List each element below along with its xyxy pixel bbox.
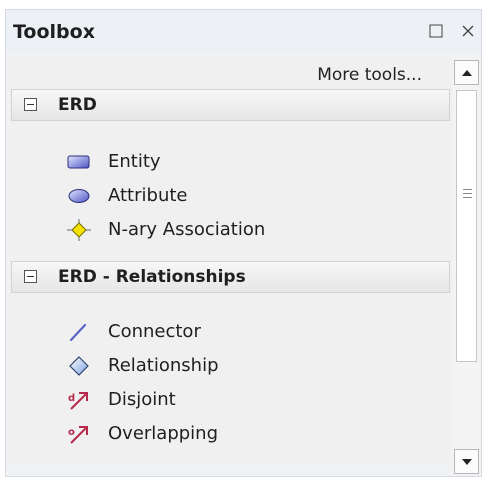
svg-text:d: d xyxy=(68,393,75,404)
attribute-icon xyxy=(67,185,91,207)
tool-label: N-ary Association xyxy=(108,219,266,240)
restore-button[interactable] xyxy=(423,18,449,44)
grip-line xyxy=(463,197,472,198)
entity-icon xyxy=(67,151,91,173)
overlapping-icon: o xyxy=(67,423,91,445)
connector-icon xyxy=(67,321,91,343)
vertical-scrollbar[interactable] xyxy=(454,60,479,474)
toolbox-title: Toolbox xyxy=(13,21,95,43)
tool-item-attribute[interactable]: Attribute xyxy=(9,180,449,212)
relationship-icon xyxy=(67,355,91,377)
tool-item-connector[interactable]: Connector xyxy=(9,316,449,348)
tool-label: Disjoint xyxy=(108,389,176,410)
toolbox-titlebar: Toolbox xyxy=(6,10,481,54)
toolbox-content: More tools... ERD Entity Attribute N-ary… xyxy=(9,56,452,464)
close-icon xyxy=(462,25,474,37)
scroll-down-button[interactable] xyxy=(454,449,479,474)
arrow-up-icon xyxy=(461,69,472,76)
category-erd[interactable]: ERD xyxy=(11,89,450,121)
svg-text:o: o xyxy=(68,427,75,438)
scroll-up-button[interactable] xyxy=(454,60,479,85)
tool-label: Overlapping xyxy=(108,423,219,444)
close-button[interactable] xyxy=(455,18,481,44)
grip-line xyxy=(463,189,472,190)
tool-label: Relationship xyxy=(108,355,219,376)
tool-item-disjoint[interactable]: d Disjoint xyxy=(9,384,449,416)
toolbox-panel: Toolbox More tools... ERD Entity Attribu… xyxy=(5,9,482,477)
collapse-icon[interactable] xyxy=(24,98,37,111)
tool-label: Entity xyxy=(108,151,161,172)
category-label: ERD - Relationships xyxy=(58,267,246,287)
more-tools-link[interactable]: More tools... xyxy=(317,65,422,85)
nary-association-icon xyxy=(67,219,91,241)
grip-line xyxy=(463,193,472,194)
tool-item-relationship[interactable]: Relationship xyxy=(9,350,449,382)
arrow-down-icon xyxy=(461,458,472,465)
collapse-icon[interactable] xyxy=(24,270,37,283)
tool-item-nary-association[interactable]: N-ary Association xyxy=(9,214,449,246)
category-label: ERD xyxy=(58,95,97,115)
disjoint-icon: d xyxy=(67,389,91,411)
category-erd-relationships[interactable]: ERD - Relationships xyxy=(11,261,450,293)
tool-label: Connector xyxy=(108,321,201,342)
tool-label: Attribute xyxy=(108,185,188,206)
tool-item-overlapping[interactable]: o Overlapping xyxy=(9,418,449,450)
restore-icon xyxy=(429,24,443,38)
tool-item-entity[interactable]: Entity xyxy=(9,146,449,178)
scroll-thumb[interactable] xyxy=(456,90,477,362)
